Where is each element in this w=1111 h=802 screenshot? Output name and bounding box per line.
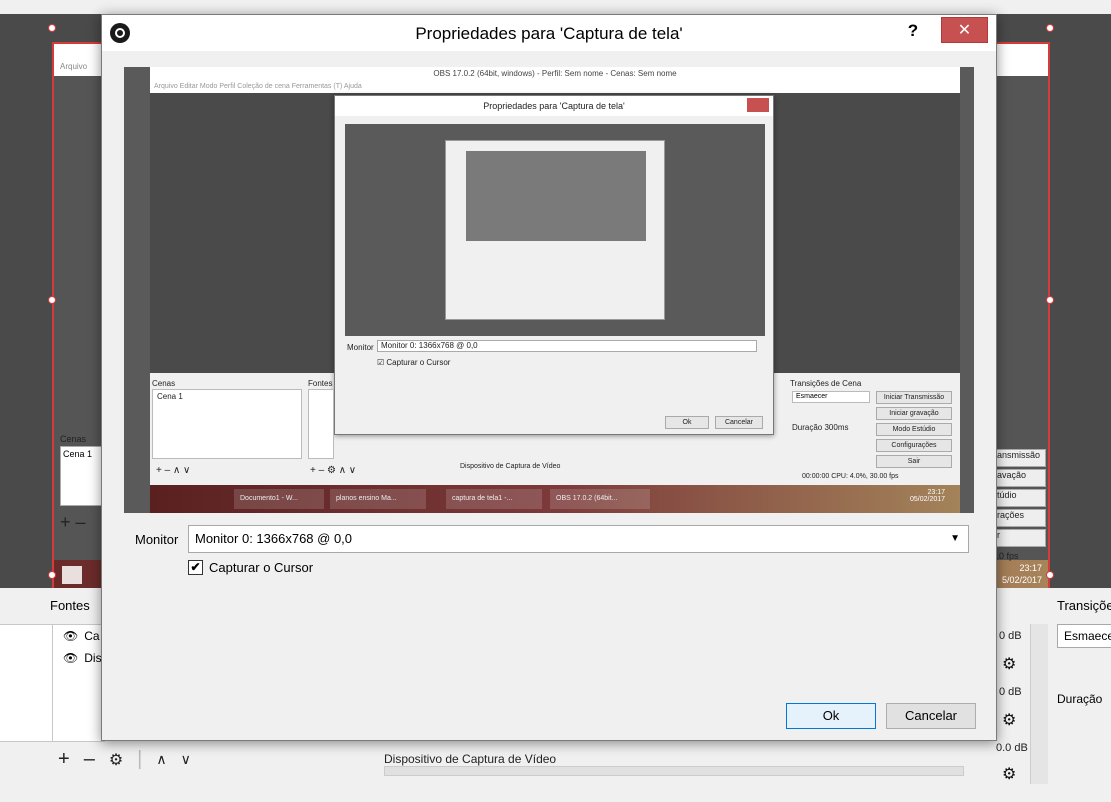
eye-icon[interactable]: 👁: [63, 647, 78, 669]
preview-cenas-list: Cena 1: [152, 389, 302, 459]
ok-button[interactable]: Ok: [786, 703, 876, 729]
sources-heading: Fontes: [50, 598, 90, 613]
preview-btn-transmissao: Iniciar Transmissão: [876, 391, 952, 404]
source-item[interactable]: 👁 Ca: [53, 625, 101, 647]
mixer-gear-icon[interactable]: ⚙: [1002, 710, 1016, 730]
preview-cenas-tools: + – ∧ ∨: [156, 465, 191, 476]
preview-clock: 23:17 05/02/2017: [910, 489, 946, 503]
dialog-titlebar[interactable]: Propriedades para 'Captura de tela' ? ✕: [102, 15, 996, 51]
add-source-icon[interactable]: +: [58, 748, 70, 771]
capture-cursor-label[interactable]: Capturar o Cursor: [209, 560, 313, 575]
dialog-title: Propriedades para 'Captura de tela': [415, 24, 683, 43]
mixer-db-2: 0 dB: [999, 686, 1022, 698]
monitor-select-value: Monitor 0: 1366x768 @ 0,0: [195, 531, 353, 546]
mixer-scrollbar[interactable]: [1030, 624, 1048, 784]
preview-task: Documento1 - W...: [234, 489, 324, 509]
mixer-gear-icon[interactable]: ⚙: [1002, 654, 1016, 674]
preview-btn-estudio: Modo Estúdio: [876, 423, 952, 436]
transition-select[interactable]: Esmaece: [1057, 624, 1111, 648]
dropdown-arrow-icon: ▼: [950, 533, 960, 544]
sources-list[interactable]: 👁 Ca 👁 Dis: [52, 624, 102, 742]
preview-recursive-screen: [445, 140, 665, 320]
resize-handle-bl[interactable]: [48, 571, 56, 579]
preview-task: planos ensino Ma...: [330, 489, 426, 509]
remove-source-icon[interactable]: –: [84, 748, 95, 771]
source-item[interactable]: 👁 Dis: [53, 647, 102, 669]
captured-scenes-label: Cenas: [60, 434, 87, 444]
resize-handle-tl[interactable]: [48, 24, 56, 32]
captured-scene-tools: + –: [60, 512, 86, 532]
preview-status: 00:00:00 CPU: 4.0%, 30.00 fps: [802, 473, 899, 480]
preview-inner-monitor-select: Monitor 0: 1366x768 @ 0,0: [377, 340, 757, 352]
mixer-db-1: 0 dB: [999, 630, 1022, 642]
mixer-gear-icon[interactable]: ⚙: [1002, 764, 1016, 784]
preview-fontes-list: [308, 389, 334, 459]
preview-btn-gravacao: Iniciar gravação: [876, 407, 952, 420]
preview-btn-configuracoes: Configurações: [876, 439, 952, 452]
capture-cursor-checkbox[interactable]: ✔: [188, 560, 203, 575]
windows-start-icon: [62, 566, 82, 584]
preview-device: Dispositivo de Captura de Vídeo: [460, 463, 561, 470]
mixer-db-3: 0.0 dB: [996, 742, 1028, 754]
move-down-icon[interactable]: ∨: [181, 751, 191, 768]
preview-taskbar: Documento1 - W... planos ensino Ma... ca…: [150, 485, 960, 513]
preview-transition-select: Esmaecer: [792, 391, 870, 403]
preview-window-title: OBS 17.0.2 (64bit, windows) - Perfil: Se…: [150, 67, 960, 81]
preview-recursive-inner: [466, 151, 646, 241]
mixer-device-label: Dispositivo de Captura de Vídeo: [384, 752, 557, 766]
resize-handle-r[interactable]: [1046, 296, 1054, 304]
properties-dialog: Propriedades para 'Captura de tela' ? ✕ …: [101, 14, 997, 741]
resize-handle-br[interactable]: [1046, 571, 1054, 579]
preview-duracao: Duração 300ms: [792, 423, 849, 432]
preview-inner-title: Propriedades para 'Captura de tela': [335, 96, 773, 116]
preview-inner-cancel: Cancelar: [715, 416, 763, 429]
resize-handle-tr[interactable]: [1046, 24, 1054, 32]
preview-fontes-label: Fontes: [308, 379, 333, 388]
sources-toolbar: + – ⚙ | ∧ ∨: [58, 748, 191, 771]
preview-inner-monitor-label: Monitor: [347, 343, 374, 352]
gear-icon[interactable]: ⚙: [109, 750, 123, 770]
preview-fontes-tools: + – ⚙ ∧ ∨: [310, 465, 357, 476]
close-button[interactable]: ✕: [941, 17, 988, 43]
captured-scenes-list: Cena 1: [60, 446, 106, 506]
resize-handle-l[interactable]: [48, 296, 56, 304]
capture-preview: OBS 17.0.2 (64bit, windows) - Perfil: Se…: [124, 67, 974, 513]
preview-menubar: Arquivo Editar Modo Perfil Coleção de ce…: [150, 81, 960, 93]
eye-icon[interactable]: 👁: [63, 625, 78, 647]
preview-cenas-label: Cenas: [152, 379, 176, 388]
preview-inner-ok: Ok: [665, 416, 709, 429]
preview-task: captura de tela1 -...: [446, 489, 542, 509]
mixer-volume-slider[interactable]: [384, 766, 964, 776]
preview-transicoes-label: Transições de Cena: [790, 379, 862, 388]
move-up-icon[interactable]: ∧: [156, 751, 166, 768]
help-button[interactable]: ?: [902, 19, 924, 43]
capture-cursor-row[interactable]: ✔ Capturar o Cursor: [188, 560, 313, 575]
transitions-heading: Transiçõe: [1057, 598, 1111, 613]
cancel-button[interactable]: Cancelar: [886, 703, 976, 729]
preview-inner-cursor: ☑ Capturar o Cursor: [377, 358, 451, 367]
captured-clock: 23:17 5/02/2017: [1001, 563, 1042, 585]
captured-right-buttons: ansmissão avação túdio rações r 10 fps: [994, 449, 1046, 561]
preview-inner-close-icon: [747, 98, 769, 112]
preview-screen: OBS 17.0.2 (64bit, windows) - Perfil: Se…: [150, 67, 960, 513]
preview-btn-sair: Sair: [876, 455, 952, 468]
monitor-select[interactable]: Monitor 0: 1366x768 @ 0,0 ▼: [188, 525, 969, 553]
preview-inner-dialog: Propriedades para 'Captura de tela' Moni…: [334, 95, 774, 435]
preview-inner-preview: [345, 124, 765, 336]
preview-task: OBS 17.0.2 (64bit...: [550, 489, 650, 509]
duration-label: Duração: [1057, 692, 1103, 706]
monitor-label: Monitor: [135, 532, 179, 547]
